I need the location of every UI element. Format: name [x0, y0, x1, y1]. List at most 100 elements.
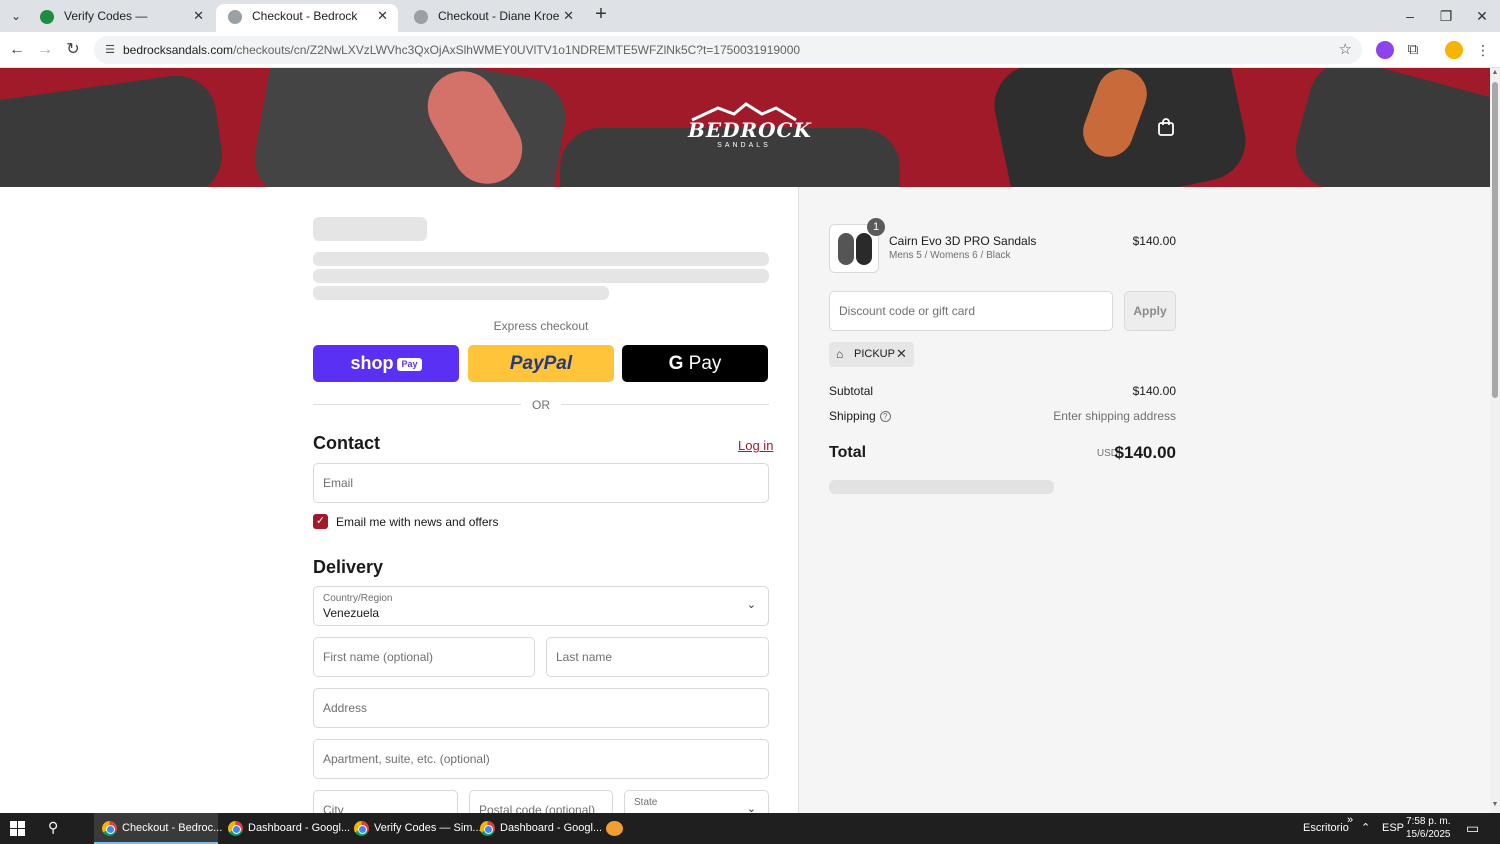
shipping-value: Enter shipping address [1053, 409, 1176, 423]
quantity-badge: 1 [867, 218, 885, 236]
google-pay-button[interactable]: G Pay [622, 345, 768, 382]
shopping-bag-icon[interactable] [1157, 118, 1175, 136]
apply-discount-button[interactable]: Apply [1124, 291, 1176, 331]
close-window-button[interactable]: ✕ [1466, 4, 1498, 28]
tab-verify-codes[interactable]: Verify Codes — SimplyCodes ✕ [28, 4, 214, 47]
browser-menu-icon[interactable]: ⋮ [1474, 41, 1492, 59]
total-label: Total [829, 444, 867, 461]
paypal-button[interactable]: PayPal [468, 345, 614, 382]
discount-code: PICKUP [854, 348, 895, 360]
tab-checkout-bedrock[interactable]: Checkout - Bedrock Sandals ✕ [216, 4, 398, 47]
chrome-icon [480, 821, 495, 836]
sandal-image [856, 233, 872, 265]
tag-icon: ⌂ [836, 347, 844, 361]
close-tab-icon[interactable]: ✕ [377, 4, 388, 28]
last-name-field[interactable]: Last name [546, 637, 769, 677]
site-info-icon[interactable]: ☰ [102, 42, 118, 58]
browser-toolbar: ← → ↻ ☰ bedrocksandals.com/checkouts/cn/… [0, 32, 1500, 68]
new-tab-button[interactable]: + [590, 4, 612, 26]
minimize-button[interactable]: – [1394, 4, 1426, 28]
tab-title: Checkout - Diane Kroe [438, 9, 560, 23]
tab-checkout-diane-kroe[interactable]: Checkout - Diane Kroe ✕ [402, 4, 584, 32]
restore-button[interactable]: ❐ [1430, 4, 1462, 28]
forward-button[interactable]: → [33, 38, 57, 62]
email-placeholder: Email [323, 476, 354, 490]
clock-date: 15/6/2025 [1406, 829, 1451, 840]
email-field[interactable]: Email [313, 463, 769, 503]
shipping-label: Shipping [829, 409, 876, 423]
notifications-icon[interactable]: ▭ [1466, 813, 1479, 844]
first-name-field[interactable]: First name (optional) [313, 637, 535, 677]
back-button[interactable]: ← [5, 38, 29, 62]
delivery-heading: Delivery [313, 557, 384, 577]
log-in-link[interactable]: Log in [738, 438, 773, 453]
banner-sandal-decoration [1286, 68, 1490, 187]
logo-wordmark: BEDROCK [688, 118, 812, 142]
bookmark-star-icon[interactable]: ☆ [1339, 40, 1352, 58]
address-field[interactable]: Address [313, 688, 769, 728]
logo-subtitle: SANDALS [717, 142, 771, 149]
show-hidden-icons-icon[interactable]: ⌃ [1361, 813, 1370, 844]
apartment-placeholder: Apartment, suite, etc. (optional) [323, 752, 490, 766]
country-select[interactable]: Country/Region Venezuela ⌄ [313, 586, 769, 626]
product-name: Cairn Evo 3D PRO Sandals [889, 234, 1037, 248]
scroll-up-icon[interactable]: ▲ [1491, 69, 1499, 76]
taskbar-item-checkout[interactable]: Checkout - Bedroc... [94, 813, 222, 844]
chrome-icon [102, 821, 117, 836]
taskbar-item-label: Dashboard - Googl... [248, 822, 351, 834]
search-icon[interactable]: ⚲ [48, 819, 58, 836]
state-select[interactable]: State ⌄ [624, 790, 769, 813]
paypal-wordmark: PayPal [509, 353, 573, 374]
taskbar-app-pinned[interactable] [600, 813, 630, 844]
or-separator: OR [313, 398, 769, 412]
subtotal-label: Subtotal [829, 384, 874, 398]
language-indicator[interactable]: ESP [1382, 813, 1404, 844]
loading-skeleton [313, 286, 609, 300]
newsletter-label: Email me with news and offers [336, 515, 499, 529]
shop-pay-button[interactable]: shop Pay [313, 345, 459, 382]
scrollbar-thumb[interactable] [1492, 82, 1498, 398]
taskbar-item-dashboard-2[interactable]: Dashboard - Googl... [472, 813, 602, 844]
city-placeholder: City [323, 803, 344, 813]
address-bar[interactable]: ☰ bedrocksandals.com/checkouts/cn/Z2NwLX… [94, 36, 1362, 64]
desktop-label[interactable]: Escritorio [1303, 813, 1349, 844]
google-g-icon: G [668, 353, 684, 374]
contact-heading: Contact [313, 433, 380, 453]
taskbar-item-verify-codes[interactable]: Verify Codes — Sim... [346, 813, 482, 844]
system-clock[interactable]: 7:58 p. m. 15/6/2025 [1406, 815, 1451, 841]
separator-line [561, 404, 769, 405]
windows-start-icon[interactable] [10, 821, 25, 836]
loading-skeleton [313, 252, 769, 266]
remove-discount-icon[interactable]: ✕ [896, 346, 907, 362]
bedrock-logo[interactable]: BEDROCK SANDALS [688, 102, 812, 154]
apartment-field[interactable]: Apartment, suite, etc. (optional) [313, 739, 769, 779]
chrome-icon [228, 821, 243, 836]
discount-code-input[interactable]: Discount code or gift card [829, 291, 1113, 331]
clock-time: 7:58 p. m. [1406, 816, 1451, 827]
close-tab-icon[interactable]: ✕ [193, 4, 204, 28]
postal-code-field[interactable]: Postal code (optional) [469, 790, 613, 813]
banner-sandal-decoration [248, 68, 572, 187]
extension-copilot-icon[interactable] [1376, 41, 1394, 59]
taskbar-item-dashboard[interactable]: Dashboard - Googl... [220, 813, 350, 844]
subtotal-value: $140.00 [1132, 384, 1176, 398]
chrome-icon [354, 821, 369, 836]
more-icon[interactable]: » [1347, 805, 1353, 836]
city-field[interactable]: City [313, 790, 458, 813]
checkout-page: BEDROCK SANDALS Express checkout shop Pay… [0, 68, 1490, 813]
help-icon[interactable]: ? [879, 411, 891, 422]
extensions-puzzle-icon[interactable]: ⧉ [1404, 41, 1422, 59]
scroll-down-icon[interactable]: ▼ [1491, 801, 1499, 808]
profile-avatar-icon[interactable] [1445, 41, 1463, 59]
close-tab-icon[interactable]: ✕ [563, 4, 574, 28]
tab-search-icon[interactable]: ⌄ [6, 6, 26, 26]
applied-discount-chip: ⌂ PICKUP ✕ [829, 342, 914, 367]
subtotal-row: Subtotal $140.00 [829, 384, 1176, 400]
reload-button[interactable]: ↻ [61, 38, 85, 62]
loading-skeleton [829, 480, 1054, 494]
newsletter-checkbox[interactable]: ✓ [313, 514, 328, 529]
page-scrollbar[interactable]: ▲ ▼ [1490, 68, 1500, 813]
postal-code-placeholder: Postal code (optional) [479, 803, 596, 813]
country-value: Venezuela [323, 606, 380, 620]
sandal-image [838, 233, 854, 265]
